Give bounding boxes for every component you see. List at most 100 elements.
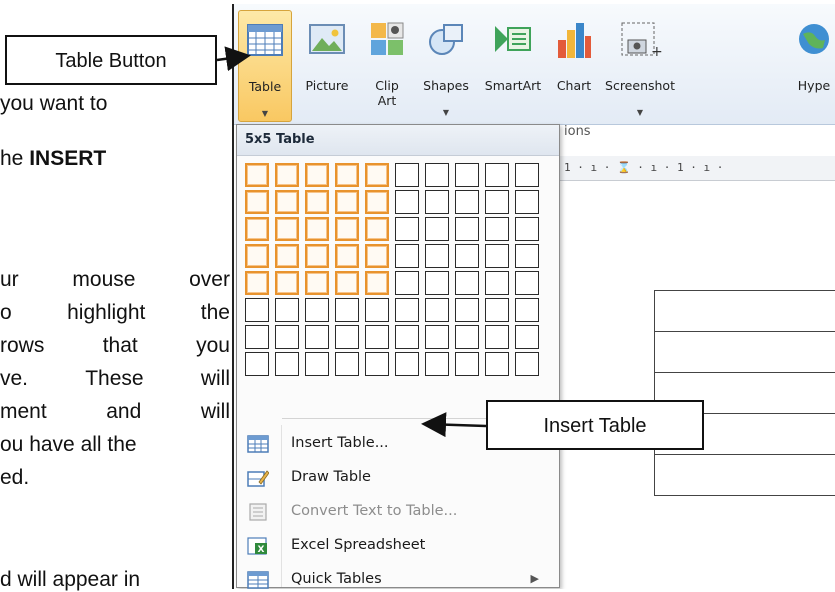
table-grid-cell[interactable] — [365, 163, 389, 187]
table-grid-cell[interactable] — [485, 271, 509, 295]
table-grid-cell[interactable] — [245, 163, 269, 187]
table-grid-cell[interactable] — [425, 244, 449, 268]
table-grid-cell[interactable] — [425, 352, 449, 376]
table-grid-cell[interactable] — [515, 217, 539, 241]
table-grid-cell[interactable] — [275, 163, 299, 187]
table-grid-cell[interactable] — [335, 271, 359, 295]
table-grid-cell[interactable] — [455, 298, 479, 322]
table-grid-cell[interactable] — [275, 190, 299, 214]
table-grid-cell[interactable] — [455, 163, 479, 187]
table-grid-cell[interactable] — [275, 244, 299, 268]
table-grid-cell[interactable] — [395, 352, 419, 376]
table-grid-cell[interactable] — [305, 352, 329, 376]
table-grid-cell[interactable] — [305, 190, 329, 214]
svg-text:X: X — [258, 545, 265, 555]
table-grid-cell[interactable] — [515, 298, 539, 322]
table-grid-cell[interactable] — [365, 217, 389, 241]
table-grid-cell[interactable] — [335, 352, 359, 376]
table-grid-cell[interactable] — [395, 325, 419, 349]
table-grid-cell[interactable] — [335, 217, 359, 241]
table-grid-cell[interactable] — [365, 190, 389, 214]
table-grid-cell[interactable] — [275, 325, 299, 349]
table-grid-cell[interactable] — [395, 244, 419, 268]
table-grid-cell[interactable] — [455, 190, 479, 214]
table-grid-cell[interactable] — [275, 217, 299, 241]
table-grid-cell[interactable] — [515, 190, 539, 214]
table-grid-cell[interactable] — [365, 244, 389, 268]
table-grid-cell[interactable] — [305, 163, 329, 187]
table-grid-cell[interactable] — [275, 352, 299, 376]
table-row — [655, 332, 835, 373]
doc-text-line-2: he INSERT — [0, 147, 230, 171]
table-cell[interactable] — [655, 332, 835, 373]
table-grid-cell[interactable] — [425, 298, 449, 322]
table-grid-cell[interactable] — [515, 271, 539, 295]
table-grid-cell[interactable] — [365, 298, 389, 322]
table-grid-cell[interactable] — [455, 244, 479, 268]
table-grid-cell[interactable] — [395, 271, 419, 295]
table-grid-cell[interactable] — [515, 352, 539, 376]
table-grid-cell[interactable] — [425, 325, 449, 349]
convert-text-icon — [247, 502, 269, 526]
smartart-button[interactable]: SmartArt — [478, 10, 548, 120]
table-grid-cell[interactable] — [515, 244, 539, 268]
screenshot-button[interactable]: + Screenshot ▼ — [600, 10, 680, 120]
table-grid-cell[interactable] — [305, 271, 329, 295]
table-grid-cell[interactable] — [275, 271, 299, 295]
table-grid-cell[interactable] — [485, 325, 509, 349]
table-grid-cell[interactable] — [305, 244, 329, 268]
table-cell[interactable] — [655, 291, 835, 332]
table-grid-cell[interactable] — [335, 190, 359, 214]
table-grid-cell[interactable] — [425, 163, 449, 187]
table-grid-cell[interactable] — [425, 217, 449, 241]
table-grid-cell[interactable] — [335, 163, 359, 187]
table-grid-cell[interactable] — [305, 298, 329, 322]
table-grid-cell[interactable] — [365, 271, 389, 295]
clip-art-icon — [368, 20, 406, 61]
table-grid-cell[interactable] — [395, 190, 419, 214]
table-grid-cell[interactable] — [485, 190, 509, 214]
table-grid-cell[interactable] — [425, 190, 449, 214]
shapes-button[interactable]: Shapes ▼ — [416, 10, 476, 120]
table-grid-cell[interactable] — [245, 271, 269, 295]
table-grid-cell[interactable] — [335, 244, 359, 268]
table-grid-cell[interactable] — [245, 325, 269, 349]
table-size-grid[interactable] — [245, 163, 542, 376]
clip-art-button[interactable]: Clip Art — [362, 10, 412, 120]
hyperlink-button[interactable]: Hype — [786, 10, 835, 120]
table-grid-cell[interactable] — [335, 325, 359, 349]
table-grid-cell[interactable] — [515, 325, 539, 349]
table-grid-cell[interactable] — [485, 163, 509, 187]
table-grid-cell[interactable] — [365, 352, 389, 376]
menu-item-draw-table[interactable]: Draw Table — [237, 461, 559, 495]
table-grid-cell[interactable] — [485, 352, 509, 376]
table-grid-cell[interactable] — [455, 352, 479, 376]
table-grid-cell[interactable] — [365, 325, 389, 349]
table-cell[interactable] — [655, 455, 835, 496]
table-grid-cell[interactable] — [305, 217, 329, 241]
table-grid-cell[interactable] — [395, 163, 419, 187]
table-grid-cell[interactable] — [395, 217, 419, 241]
table-grid-cell[interactable] — [485, 298, 509, 322]
table-grid-cell[interactable] — [245, 244, 269, 268]
chart-button[interactable]: Chart — [550, 10, 598, 120]
menu-item-quick-tables[interactable]: Quick Tables ▶ — [237, 563, 559, 589]
table-button[interactable]: Table ▼ — [238, 10, 292, 122]
table-grid-cell[interactable] — [245, 190, 269, 214]
table-grid-cell[interactable] — [515, 163, 539, 187]
menu-item-excel-spreadsheet[interactable]: X Excel Spreadsheet — [237, 529, 559, 563]
table-grid-cell[interactable] — [485, 244, 509, 268]
table-grid-cell[interactable] — [425, 271, 449, 295]
table-grid-cell[interactable] — [335, 298, 359, 322]
table-grid-cell[interactable] — [455, 217, 479, 241]
table-grid-cell[interactable] — [305, 325, 329, 349]
table-grid-cell[interactable] — [275, 298, 299, 322]
table-grid-cell[interactable] — [455, 325, 479, 349]
table-grid-cell[interactable] — [485, 217, 509, 241]
table-grid-cell[interactable] — [245, 217, 269, 241]
table-grid-cell[interactable] — [245, 352, 269, 376]
picture-button[interactable]: Picture — [298, 10, 356, 120]
table-grid-cell[interactable] — [395, 298, 419, 322]
table-grid-cell[interactable] — [245, 298, 269, 322]
table-grid-cell[interactable] — [455, 271, 479, 295]
